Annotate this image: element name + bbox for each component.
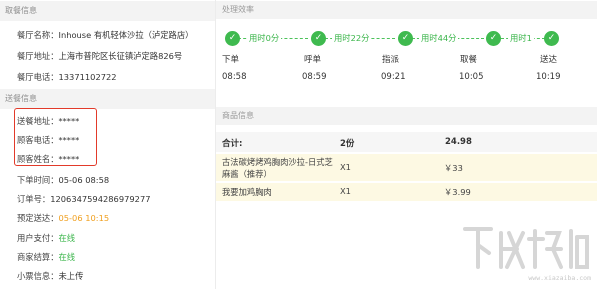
shop-phone-row: 餐厅电话：13371102722 <box>17 71 117 83</box>
order-time-row: 下单时间：05-06 08:58 <box>17 174 109 186</box>
step-time: 08:58 <box>222 72 247 82</box>
user-payment-row: 用户支付：在线 <box>17 232 75 244</box>
total-label: 合计: <box>222 139 243 149</box>
item-name: 古法碳烤烤鸡胸肉沙拉-日式芝 <box>222 157 333 167</box>
item-name: 我要加鸡胸肉 <box>222 187 272 197</box>
receipt-label: 小票信息： <box>17 271 59 281</box>
step-time: 09:21 <box>381 72 406 82</box>
shop-address-row: 餐厅地址：上海市普陀区长征镇泸定路826号 <box>17 50 182 62</box>
delivery-section-header: 送餐信息 <box>0 89 215 109</box>
goods-total-row: 合计: 2份 24.98 <box>216 132 597 152</box>
check-icon: ✓ <box>398 31 413 46</box>
step-time: 10:05 <box>459 72 484 82</box>
step-label: 取餐 <box>460 55 478 65</box>
efficiency-section-header: 处理效率 <box>216 1 597 19</box>
order-detail-panel: 取餐信息 餐厅名称：Inhouse 有机轻体沙拉（泸定路店） 餐厅地址：上海市普… <box>0 0 215 289</box>
item-quantity: X1 <box>340 162 351 172</box>
goods-section-header: 商品信息 <box>216 107 597 125</box>
timeline-duration: 用时1 <box>508 32 534 44</box>
shop-address-value: 上海市普陀区长征镇泸定路826号 <box>58 51 183 61</box>
table-row: 我要加鸡胸肉 X1 ￥3.99 <box>216 183 597 201</box>
timeline-duration: 用时44分 <box>419 32 459 44</box>
item-price: ￥33 <box>444 163 463 173</box>
step-label: 指派 <box>382 55 400 65</box>
shop-name-row: 餐厅名称：Inhouse 有机轻体沙拉（泸定路店） <box>17 29 193 41</box>
eta-label: 预定送达： <box>17 213 59 223</box>
timeline-duration: 用时0分 <box>247 32 282 44</box>
item-price: ￥3.99 <box>444 187 471 197</box>
receipt-value: 未上传 <box>58 271 84 281</box>
user-payment-label: 用户支付： <box>17 233 59 243</box>
highlight-box <box>14 108 97 166</box>
total-price: 24.98 <box>445 137 472 147</box>
watermark-logo: www.xiazaiba.com <box>457 219 597 289</box>
item-name-line2: 麻酱（推荐） <box>222 169 272 179</box>
step-label: 呼单 <box>304 55 322 65</box>
order-time-label: 下单时间： <box>17 175 59 185</box>
order-time-value: 05-06 08:58 <box>58 175 110 185</box>
eta-value: 05-06 10:15 <box>58 213 110 223</box>
check-icon: ✓ <box>486 31 501 46</box>
watermark-url: www.xiazaiba.com <box>528 274 591 282</box>
step-time: 10:19 <box>536 72 561 82</box>
user-payment-value: 在线 <box>58 233 76 243</box>
total-quantity: 2份 <box>340 139 355 149</box>
item-quantity: X1 <box>340 186 351 196</box>
shop-address-label: 餐厅地址： <box>17 51 59 61</box>
shop-phone-label: 餐厅电话： <box>17 72 59 82</box>
merchant-settlement-label: 商家结算： <box>17 252 59 262</box>
timeline-duration: 用时22分 <box>332 32 372 44</box>
check-icon: ✓ <box>311 31 326 46</box>
order-number-value: 1206347594286979277 <box>50 194 151 204</box>
step-time: 08:59 <box>302 72 327 82</box>
shop-name-value: Inhouse 有机轻体沙拉（泸定路店） <box>58 30 194 40</box>
shop-phone-value: 13371102722 <box>58 72 117 82</box>
order-number-label: 订单号： <box>17 194 51 204</box>
receipt-row: 小票信息：未上传 <box>17 270 83 282</box>
check-icon: ✓ <box>544 31 559 46</box>
check-icon: ✓ <box>225 31 240 46</box>
pickup-section-header: 取餐信息 <box>0 1 215 21</box>
merchant-settlement-value: 在线 <box>58 252 76 262</box>
step-label: 下单 <box>222 55 240 65</box>
eta-row: 预定送达：05-06 10:15 <box>17 212 109 224</box>
step-label: 送达 <box>540 55 558 65</box>
order-number-row: 订单号：1206347594286979277 <box>17 193 151 205</box>
table-row: 古法碳烤烤鸡胸肉沙拉-日式芝 麻酱（推荐） X1 ￥33 <box>216 154 597 181</box>
merchant-settlement-row: 商家结算：在线 <box>17 251 75 263</box>
shop-name-label: 餐厅名称： <box>17 30 59 40</box>
